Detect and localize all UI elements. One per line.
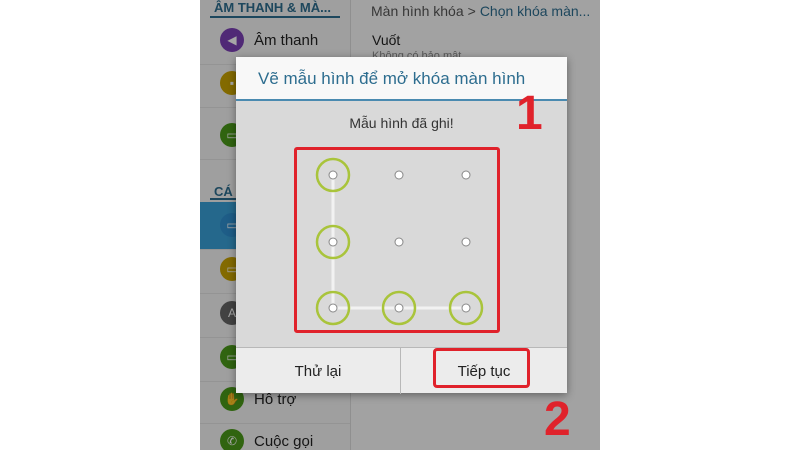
retry-button[interactable]: Thử lại — [236, 348, 401, 394]
pattern-dot-5[interactable] — [394, 237, 404, 247]
dialog-title: Vẽ mẫu hình để mở khóa màn hình — [258, 69, 526, 88]
pattern-grid[interactable] — [297, 150, 497, 330]
step-marker-1: 1 — [516, 87, 543, 140]
pattern-dot-6[interactable] — [461, 237, 471, 247]
screenshot-canvas: ÂM THANH & MÀ... ◀ Âm thanh ▪ ▭ CÁ ▭ ▭ A — [0, 0, 800, 450]
step-marker-2: 2 — [544, 393, 571, 446]
continue-highlight-box — [433, 348, 530, 388]
pattern-dot-3[interactable] — [461, 170, 471, 180]
pattern-dot-2[interactable] — [394, 170, 404, 180]
pattern-highlight-box — [294, 147, 500, 333]
